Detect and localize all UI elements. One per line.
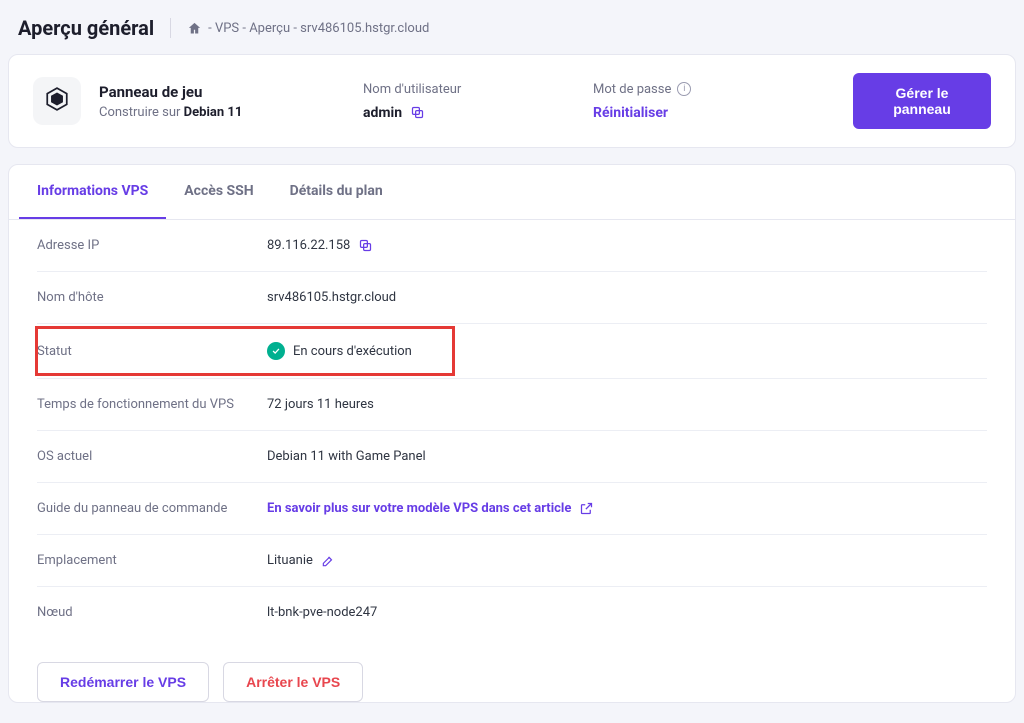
status-value: En cours d'exécution (293, 344, 412, 359)
stop-vps-button[interactable]: Arrêter le VPS (223, 662, 363, 702)
node-value: lt-bnk-pve-node247 (267, 605, 377, 620)
tab-plan-details[interactable]: Détails du plan (272, 165, 401, 219)
game-panel-icon (44, 86, 70, 116)
breadcrumb[interactable]: - VPS - Aperçu - srv486105.hstgr.cloud (187, 21, 429, 36)
os-value: Debian 11 with Game Panel (267, 449, 426, 464)
row-guide: Guide du panneau de commande En savoir p… (37, 483, 987, 535)
uptime-label: Temps de fonctionnement du VPS (37, 397, 267, 412)
tab-ssh-access[interactable]: Accès SSH (166, 165, 271, 219)
breadcrumb-text: - VPS - Aperçu - srv486105.hstgr.cloud (208, 21, 429, 36)
main-card: Informations VPS Accès SSH Détails du pl… (8, 164, 1016, 703)
os-label: OS actuel (37, 449, 267, 464)
row-os: OS actuel Debian 11 with Game Panel (37, 431, 987, 483)
hostname-value: srv486105.hstgr.cloud (267, 290, 396, 305)
reset-password-link[interactable]: Réinitialiser (593, 105, 793, 121)
external-link-icon (579, 501, 594, 516)
tab-vps-info[interactable]: Informations VPS (19, 165, 166, 219)
location-value: Lituanie (267, 553, 313, 568)
username-label: Nom d'utilisateur (363, 82, 563, 97)
row-uptime: Temps de fonctionnement du VPS 72 jours … (37, 379, 987, 431)
panel-subtitle: Construire sur Debian 11 (99, 105, 242, 120)
row-ip: Adresse IP 89.116.22.158 (37, 220, 987, 272)
guide-link[interactable]: En savoir plus sur votre modèle VPS dans… (267, 501, 594, 516)
row-node: Nœud lt-bnk-pve-node247 (37, 587, 987, 638)
panel-title: Panneau de jeu (99, 83, 242, 101)
username-value: admin (363, 105, 402, 121)
ip-label: Adresse IP (37, 238, 267, 253)
check-icon (267, 342, 285, 360)
status-label: Statut (37, 344, 267, 359)
divider (170, 18, 171, 38)
page-title: Aperçu général (18, 16, 154, 40)
panel-card: Panneau de jeu Construire sur Debian 11 … (8, 54, 1016, 148)
copy-icon[interactable] (410, 105, 425, 120)
manage-panel-button[interactable]: Gérer le panneau (853, 73, 991, 129)
tabs: Informations VPS Accès SSH Détails du pl… (9, 165, 1015, 220)
copy-icon[interactable] (358, 238, 373, 253)
hostname-label: Nom d'hôte (37, 290, 267, 305)
row-hostname: Nom d'hôte srv486105.hstgr.cloud (37, 272, 987, 324)
guide-label: Guide du panneau de commande (37, 501, 267, 516)
location-label: Emplacement (37, 553, 267, 568)
edit-icon[interactable] (321, 554, 335, 568)
node-label: Nœud (37, 605, 267, 620)
row-location: Emplacement Lituanie (37, 535, 987, 587)
ip-value: 89.116.22.158 (267, 238, 350, 253)
home-icon (187, 21, 202, 36)
info-icon[interactable]: i (677, 82, 691, 96)
uptime-value: 72 jours 11 heures (267, 397, 374, 412)
password-label: Mot de passe (593, 82, 671, 97)
panel-icon-tile (33, 77, 81, 125)
row-status: Statut En cours d'exécution (37, 324, 987, 379)
restart-vps-button[interactable]: Redémarrer le VPS (37, 662, 209, 702)
